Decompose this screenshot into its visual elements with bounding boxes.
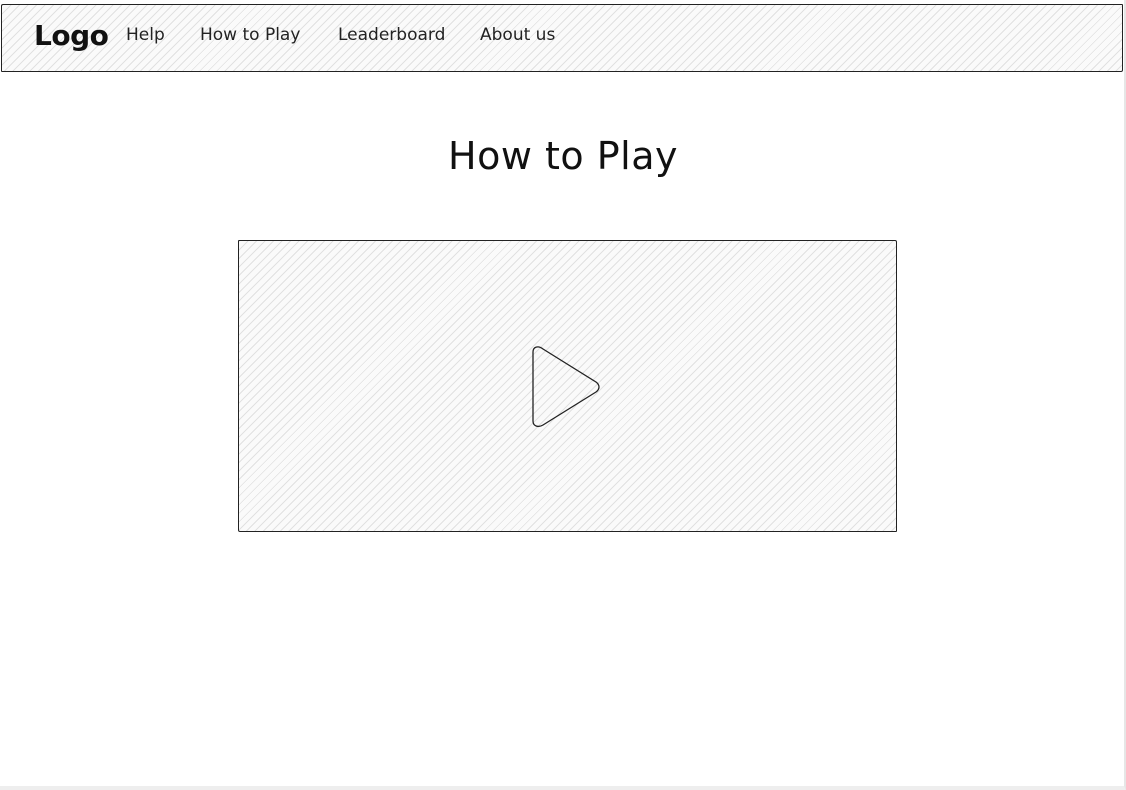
navbar: Logo Help How to Play Leaderboard About … — [1, 4, 1123, 72]
nav-link-about-us[interactable]: About us — [480, 25, 555, 45]
page-title: How to Play — [448, 134, 678, 178]
nav-link-help[interactable]: Help — [126, 25, 165, 45]
logo[interactable]: Logo — [34, 19, 109, 52]
play-icon[interactable] — [529, 346, 601, 428]
page: Logo Help How to Play Leaderboard About … — [0, 0, 1126, 790]
nav-link-leaderboard[interactable]: Leaderboard — [338, 25, 445, 45]
nav-link-how-to-play[interactable]: How to Play — [200, 25, 300, 45]
video-player[interactable] — [238, 240, 897, 532]
